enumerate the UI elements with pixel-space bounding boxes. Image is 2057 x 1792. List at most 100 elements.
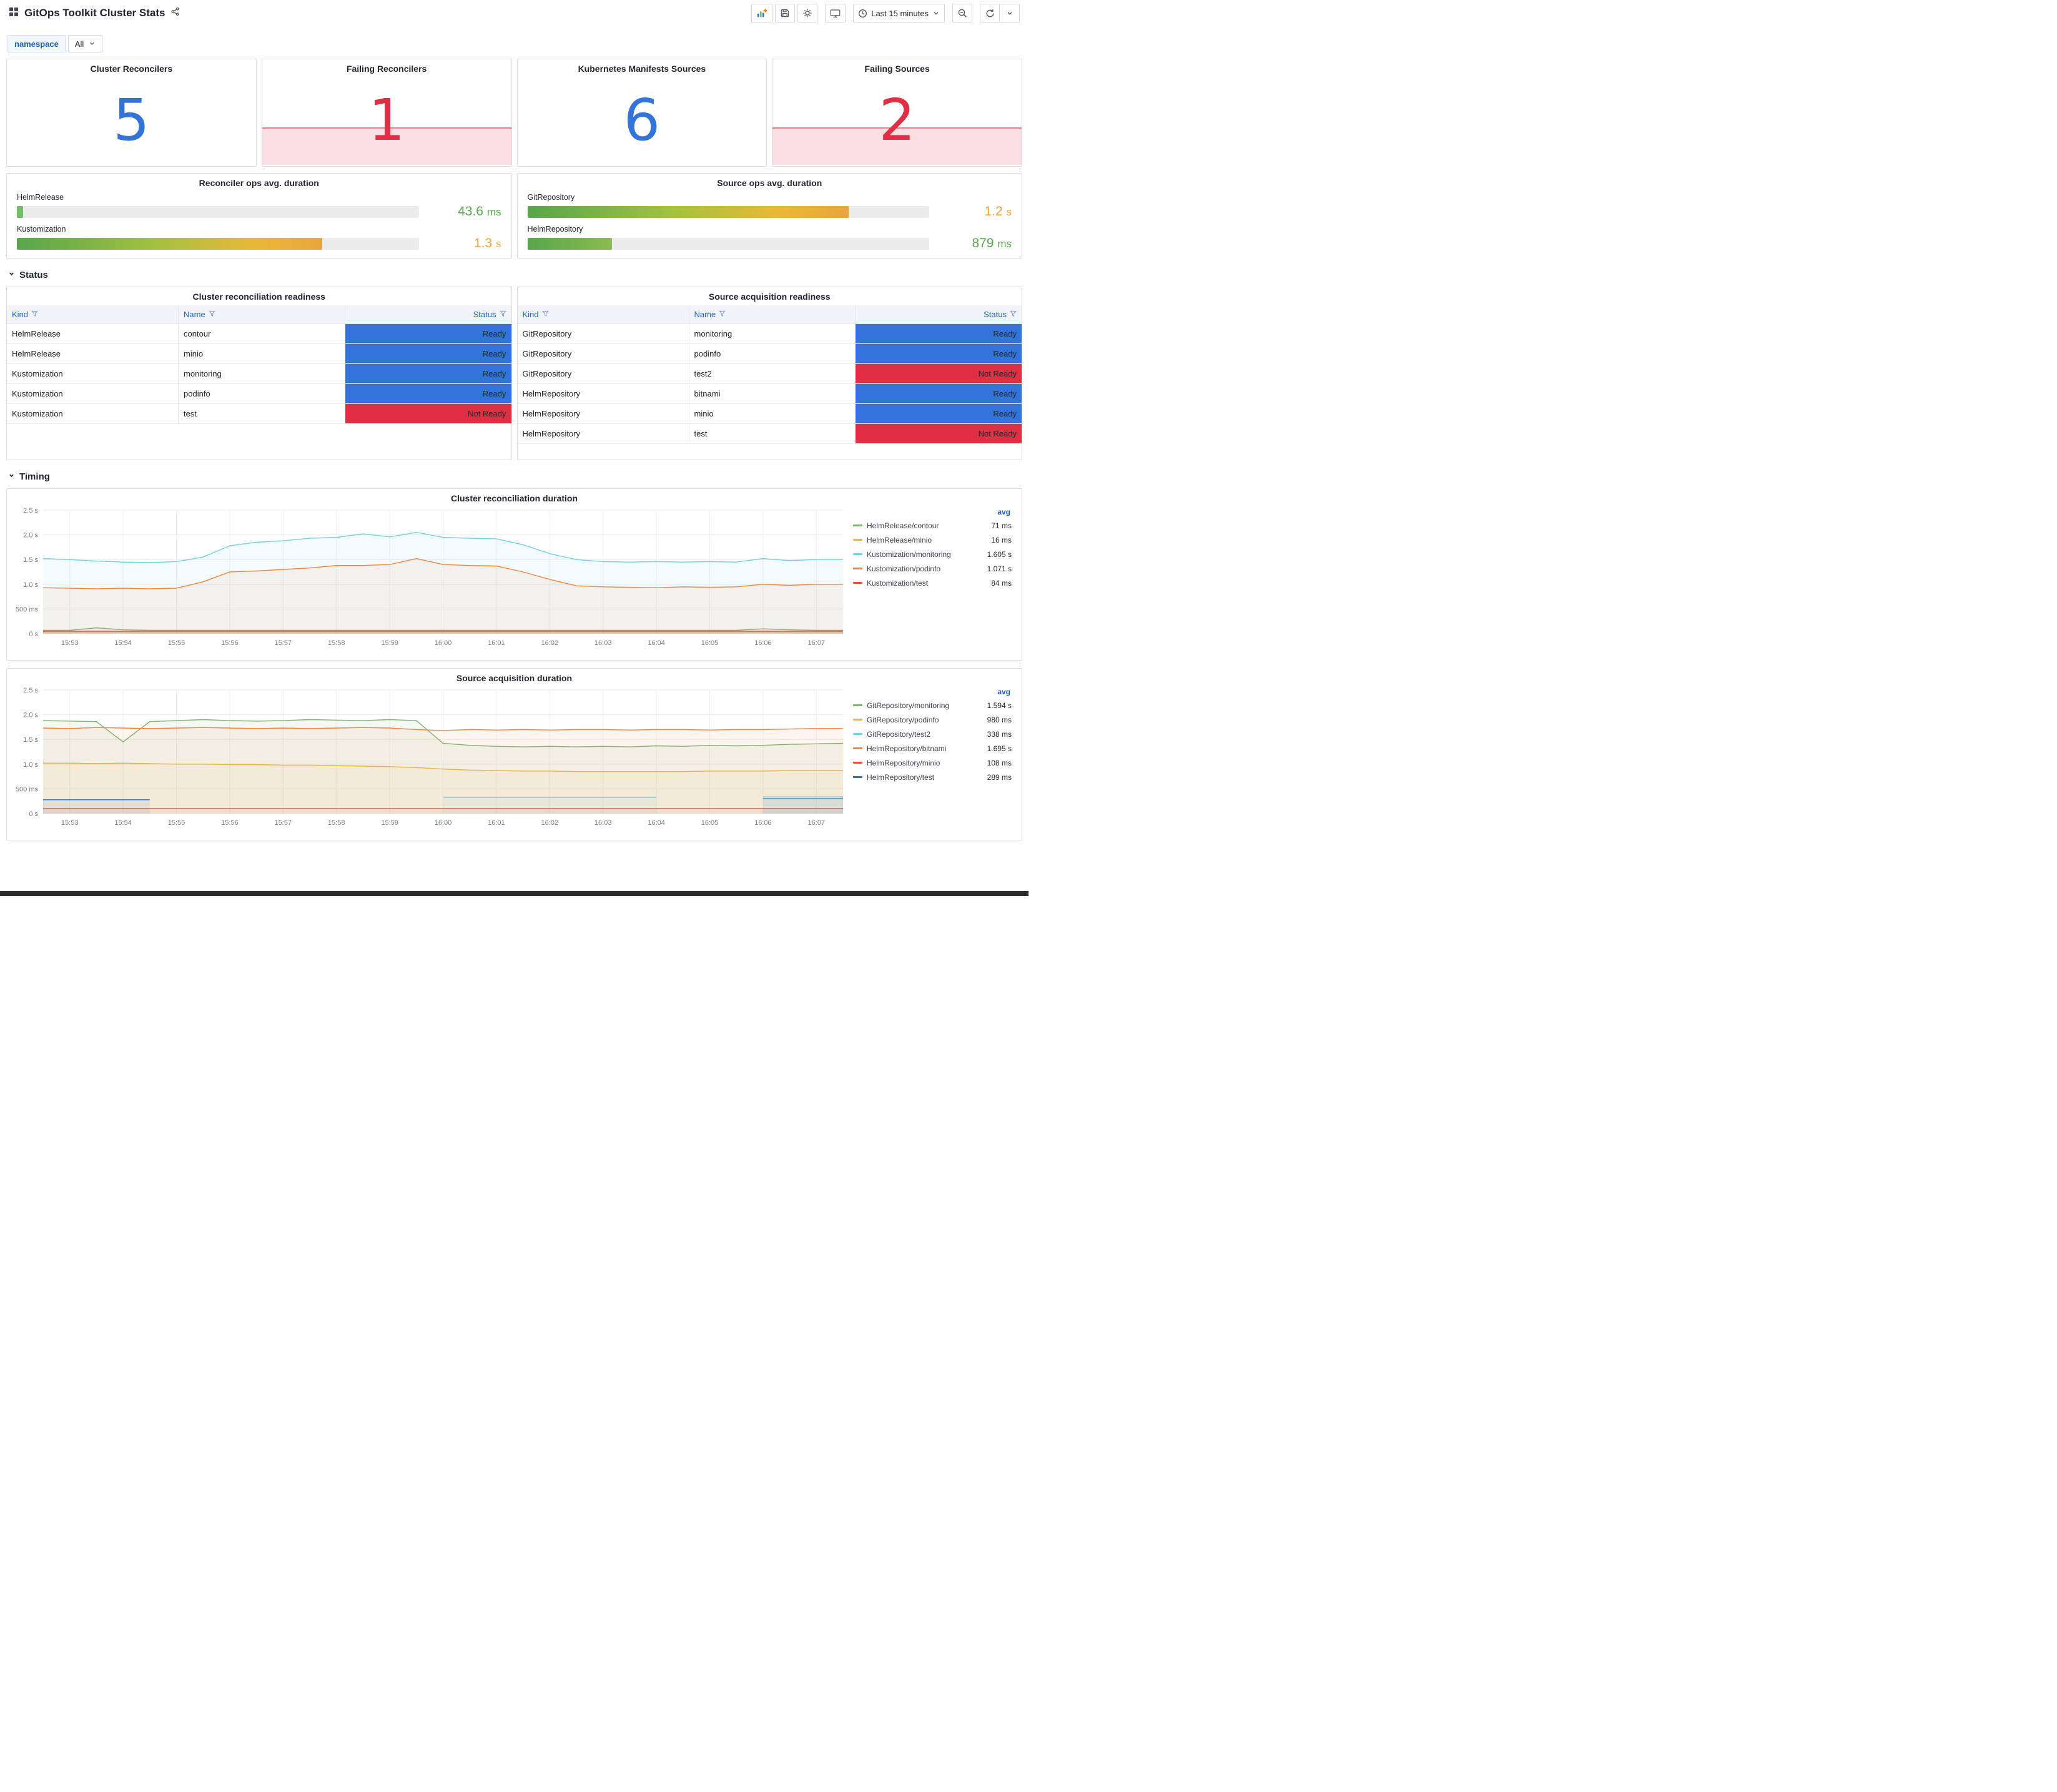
panel-title[interactable]: Failing Sources xyxy=(772,59,1022,76)
dashboard-grid-icon[interactable] xyxy=(9,7,19,20)
table-row: HelmRepository bitnami Ready xyxy=(517,383,1022,404)
time-range-picker[interactable]: Last 15 minutes xyxy=(853,4,945,22)
filter-icon[interactable] xyxy=(719,310,726,319)
svg-text:15:54: 15:54 xyxy=(114,639,132,647)
legend-item[interactable]: Kustomization/monitoring 1.605 s xyxy=(853,547,1012,561)
gauge-value: 43.6 ms xyxy=(458,204,501,219)
column-header-name[interactable]: Name xyxy=(178,305,345,324)
panel-title[interactable]: Cluster reconciliation duration xyxy=(7,489,1022,505)
legend-item[interactable]: GitRepository/monitoring 1.594 s xyxy=(853,698,1012,712)
series-color-swatch xyxy=(853,762,862,764)
panel-title[interactable]: Source acquisition readiness xyxy=(518,287,1022,303)
legend-item[interactable]: HelmRepository/bitnami 1.695 s xyxy=(853,741,1012,756)
time-series-plot[interactable]: 0 s 500 ms 1.0 s 1.5 s 2.0 s 2.5 s 15:53 15:54 1… xyxy=(8,505,848,649)
svg-text:16:01: 16:01 xyxy=(488,639,505,647)
gauge-bar xyxy=(17,237,323,250)
refresh-button[interactable] xyxy=(980,4,1000,22)
stat-panel-failing-reconcilers: Failing Reconcilers 1 xyxy=(261,59,512,167)
zoom-out-button[interactable] xyxy=(952,4,972,22)
svg-text:1.5 s: 1.5 s xyxy=(23,556,38,564)
clock-icon xyxy=(858,9,867,18)
series-name: HelmRelease/contour xyxy=(867,521,939,530)
svg-text:15:55: 15:55 xyxy=(168,819,185,827)
variables-row: namespace All xyxy=(0,26,1028,59)
column-header-kind[interactable]: Kind xyxy=(517,305,689,324)
dashboard-settings-button[interactable] xyxy=(797,4,818,22)
chevron-down-icon xyxy=(932,9,940,17)
status-badge: Not Ready xyxy=(345,403,511,424)
series-avg-value: 338 ms xyxy=(987,729,1012,739)
status-badge: Ready xyxy=(855,383,1022,404)
series-name: HelmRepository/minio xyxy=(867,758,940,767)
panel-title[interactable]: Cluster reconciliation readiness xyxy=(7,287,511,303)
legend-item[interactable]: HelmRepository/minio 108 ms xyxy=(853,756,1012,770)
series-color-swatch xyxy=(853,704,862,706)
series-color-swatch xyxy=(853,747,862,749)
filter-icon[interactable] xyxy=(1010,310,1017,319)
series-avg-value: 108 ms xyxy=(987,758,1012,767)
panel-title[interactable]: Kubernetes Manifests Sources xyxy=(518,59,767,76)
legend-avg-header[interactable]: avg xyxy=(853,687,1012,696)
status-badge: Ready xyxy=(345,323,511,344)
save-dashboard-button[interactable] xyxy=(775,4,796,22)
table-row: GitRepository monitoring Ready xyxy=(517,323,1022,344)
share-icon[interactable] xyxy=(170,7,180,19)
panel-title[interactable]: Failing Reconcilers xyxy=(262,59,511,76)
section-row-timing[interactable]: Timing xyxy=(0,466,1028,488)
section-title: Timing xyxy=(19,471,50,482)
table-row: HelmRelease minio Ready xyxy=(7,343,511,364)
column-header-name[interactable]: Name xyxy=(689,305,856,324)
svg-text:2.0 s: 2.0 s xyxy=(23,532,38,539)
svg-text:15:56: 15:56 xyxy=(221,819,239,827)
chevron-down-icon xyxy=(89,39,96,49)
series-color-swatch xyxy=(853,553,862,555)
save-icon xyxy=(780,8,790,18)
svg-text:15:53: 15:53 xyxy=(61,819,79,827)
gauge-track xyxy=(17,237,419,250)
cycle-view-button[interactable] xyxy=(825,4,846,22)
series-color-swatch xyxy=(853,539,862,541)
legend-item[interactable]: GitRepository/podinfo 980 ms xyxy=(853,712,1012,727)
legend-item[interactable]: HelmRepository/test 289 ms xyxy=(853,770,1012,784)
svg-text:15:57: 15:57 xyxy=(275,639,292,647)
svg-text:500 ms: 500 ms xyxy=(16,785,39,793)
svg-text:15:56: 15:56 xyxy=(221,639,239,647)
section-row-status[interactable]: Status xyxy=(0,265,1028,287)
filter-icon[interactable] xyxy=(208,310,215,319)
svg-text:1.0 s: 1.0 s xyxy=(23,581,38,589)
stat-value: 6 xyxy=(623,86,661,154)
svg-text:15:54: 15:54 xyxy=(114,819,132,827)
table-row: HelmRepository minio Ready xyxy=(517,403,1022,424)
series-avg-value: 84 ms xyxy=(991,578,1012,588)
series-color-swatch xyxy=(853,776,862,778)
filter-icon[interactable] xyxy=(31,310,38,319)
panel-title[interactable]: Reconciler ops avg. duration xyxy=(7,174,511,190)
filter-icon[interactable] xyxy=(541,310,549,319)
add-panel-button[interactable] xyxy=(751,4,773,22)
panel-title[interactable]: Source ops avg. duration xyxy=(518,174,1022,190)
time-series-plot[interactable]: 0 s 500 ms 1.0 s 1.5 s 2.0 s 2.5 s 15:53 15:54 1… xyxy=(8,685,848,829)
variable-value-dropdown[interactable]: All xyxy=(67,35,103,52)
legend-item[interactable]: Kustomization/test 84 ms xyxy=(853,576,1012,590)
chart-svg: 0 s 500 ms 1.0 s 1.5 s 2.0 s 2.5 s 15:53 15:54 1… xyxy=(16,507,843,647)
panel-title[interactable]: Source acquisition duration xyxy=(7,669,1022,685)
svg-text:16:01: 16:01 xyxy=(488,819,505,827)
refresh-interval-dropdown[interactable] xyxy=(1000,4,1020,22)
legend-item[interactable]: HelmRelease/minio 16 ms xyxy=(853,533,1012,547)
legend-item[interactable]: GitRepository/test2 338 ms xyxy=(853,727,1012,741)
column-header-status[interactable]: Status xyxy=(855,305,1022,324)
legend-item[interactable]: HelmRelease/contour 71 ms xyxy=(853,518,1012,533)
column-header-status[interactable]: Status xyxy=(345,305,511,324)
gauge-bar xyxy=(17,205,23,218)
series-name: HelmRelease/minio xyxy=(867,535,932,544)
column-header-kind[interactable]: Kind xyxy=(7,305,179,324)
legend-item[interactable]: Kustomization/podinfo 1.071 s xyxy=(853,561,1012,576)
legend-avg-header[interactable]: avg xyxy=(853,508,1012,516)
filter-icon[interactable] xyxy=(499,310,506,319)
status-badge: Ready xyxy=(855,323,1022,344)
panel-title[interactable]: Cluster Reconcilers xyxy=(7,59,256,76)
svg-text:15:59: 15:59 xyxy=(381,819,398,827)
page-title: GitOps Toolkit Cluster Stats xyxy=(24,7,165,19)
chart-legend: avg GitRepository/monitoring 1.594 s GitRep… xyxy=(853,685,1017,829)
series-color-swatch xyxy=(853,524,862,526)
